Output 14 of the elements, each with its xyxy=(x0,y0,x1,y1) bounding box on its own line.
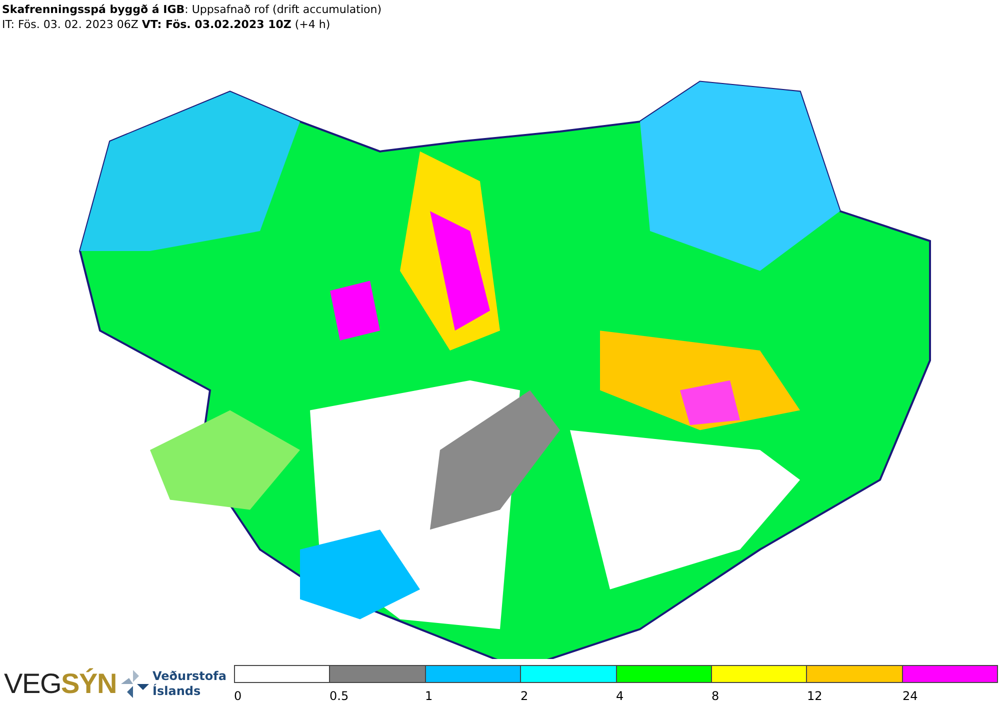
vegsyn-logo-text: VEGSÝN xyxy=(4,667,117,701)
legend-label: 0.5 xyxy=(330,689,349,703)
agency-name: Veðurstofa xyxy=(152,669,226,684)
agency-name: Íslands xyxy=(152,684,202,699)
legend-label: 0 xyxy=(234,689,242,703)
legend-label: 4 xyxy=(616,689,624,703)
map-title: Skafrenningsspá byggð á IGB: Uppsafnað rof (drift accumulation) xyxy=(2,2,383,17)
legend-label: 24 xyxy=(902,689,918,703)
legend-label: 2 xyxy=(520,689,528,703)
arrows-logo-icon xyxy=(120,670,149,698)
legend-label: 12 xyxy=(807,689,822,703)
legend-label: 8 xyxy=(712,689,720,703)
forecast-times: IT: Fös. 03. 02. 2023 06Z VT: Fös. 03.02.2023 10Z (+4 h) xyxy=(2,17,332,32)
legend-label: 1 xyxy=(425,689,433,703)
